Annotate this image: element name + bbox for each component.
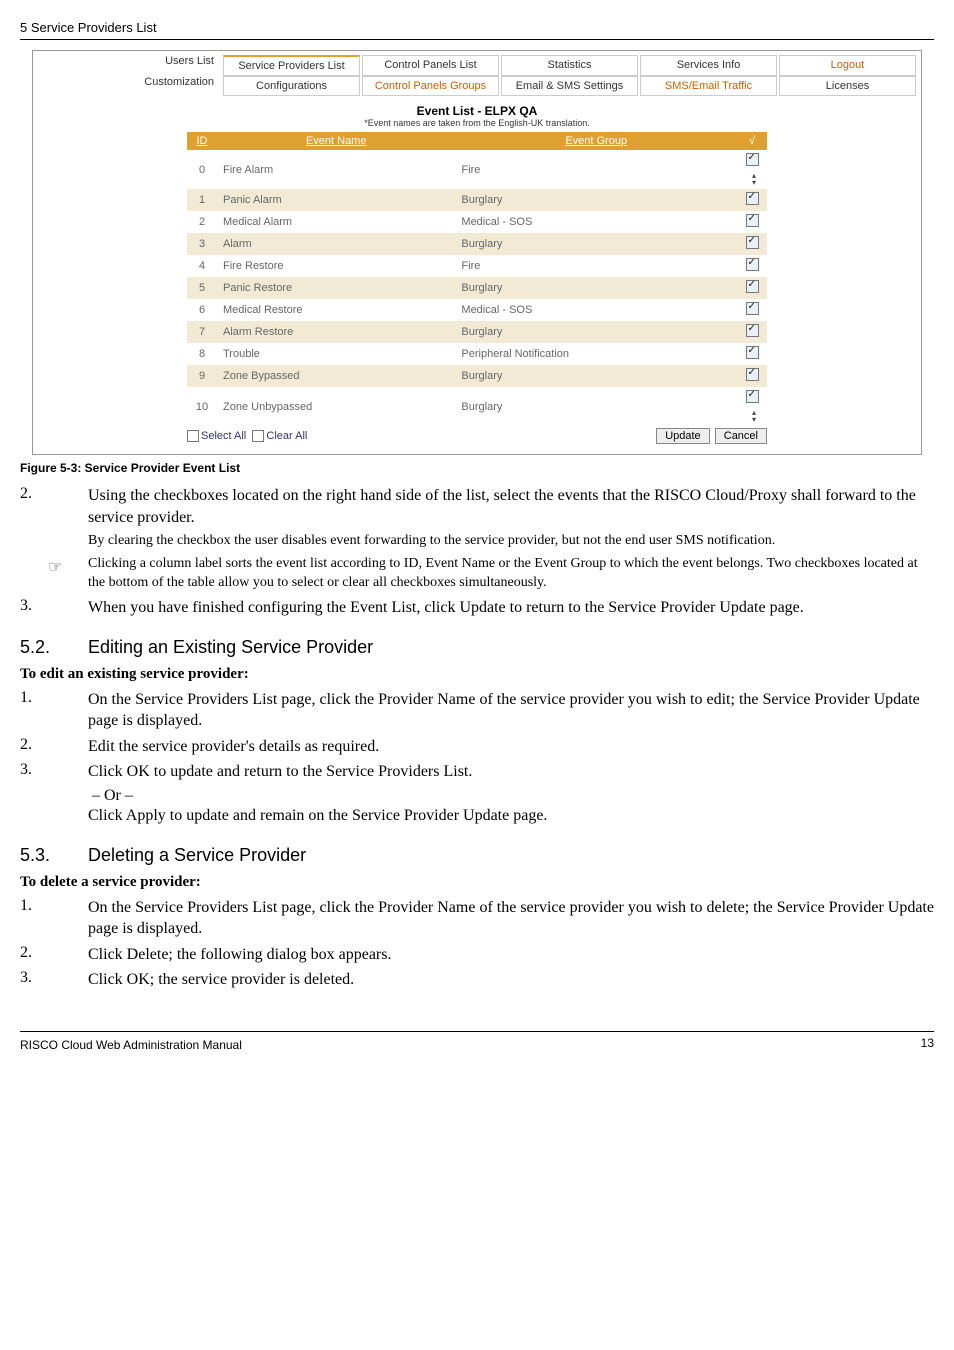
section-title: Deleting a Service Provider <box>88 845 306 866</box>
footer-title: RISCO Cloud Web Administration Manual <box>20 1038 242 1052</box>
scroll-arrows-icon[interactable]: ▴▾ <box>752 172 756 186</box>
footer-page-number: 13 <box>921 1036 934 1050</box>
step-text: When you have finished configuring the E… <box>88 597 934 619</box>
table-row: 10Zone UnbypassedBurglary▴▾ <box>187 387 767 426</box>
table-row: 0Fire AlarmFire▴▾ <box>187 150 767 189</box>
step-num: 3. <box>20 969 88 991</box>
step-text: Click OK; the service provider is delete… <box>88 969 934 991</box>
row-checkbox[interactable] <box>746 346 759 359</box>
select-all-checkbox[interactable] <box>187 430 199 442</box>
tab-statistics[interactable]: Statistics <box>501 55 638 76</box>
table-row: 8TroublePeripheral Notification <box>187 343 767 365</box>
row-checkbox[interactable] <box>746 214 759 227</box>
clear-all-label[interactable]: Clear All <box>266 430 307 442</box>
step-text: Click Apply to update and remain on the … <box>88 805 934 827</box>
step-text: Click Delete; the following dialog box a… <box>88 944 934 966</box>
subheading: To edit an existing service provider: <box>20 666 934 683</box>
event-table: ID Event Name Event Group √ 0Fire AlarmF… <box>187 132 767 426</box>
row-checkbox[interactable] <box>746 280 759 293</box>
tab-service-providers[interactable]: Service Providers List <box>223 55 360 76</box>
event-list-screenshot: Users List Service Providers List Contro… <box>32 50 922 455</box>
tab-control-panels-list[interactable]: Control Panels List <box>362 55 499 76</box>
tab-email-sms[interactable]: Email & SMS Settings <box>501 76 638 96</box>
table-row: 6Medical RestoreMedical - SOS <box>187 299 767 321</box>
header-rule <box>20 39 934 40</box>
section-number: 5.2. <box>20 637 88 658</box>
page-footer: RISCO Cloud Web Administration Manual 13 <box>20 1031 934 1052</box>
row-checkbox[interactable] <box>746 236 759 249</box>
note-text: By clearing the checkbox the user disabl… <box>76 532 934 551</box>
table-row: 5Panic RestoreBurglary <box>187 277 767 299</box>
tab-licenses[interactable]: Licenses <box>779 76 916 96</box>
row-checkbox[interactable] <box>746 390 759 403</box>
step-num: 3. <box>20 597 88 619</box>
step-num: 1. <box>20 897 88 940</box>
tab-control-panels-groups[interactable]: Control Panels Groups <box>362 76 499 96</box>
figure-caption: Figure 5-3: Service Provider Event List <box>20 461 934 475</box>
note-text: Clicking a column label sorts the event … <box>76 555 934 593</box>
section-number: 5.3. <box>20 845 88 866</box>
section-header: 5 Service Providers List <box>20 20 934 35</box>
tab-sms-traffic[interactable]: SMS/Email Traffic <box>640 76 777 96</box>
cancel-button[interactable]: Cancel <box>715 428 767 444</box>
table-row: 4Fire RestoreFire <box>187 255 767 277</box>
col-event-group[interactable]: Event Group <box>455 132 737 150</box>
col-event-name[interactable]: Event Name <box>217 132 455 150</box>
table-row: 7Alarm RestoreBurglary <box>187 321 767 343</box>
step-num: 1. <box>20 689 88 732</box>
tab-services-info[interactable]: Services Info <box>640 55 777 76</box>
step-text: Using the checkboxes located on the righ… <box>88 485 934 528</box>
note-hand-icon: ☞ <box>48 555 76 593</box>
table-row: 2Medical AlarmMedical - SOS <box>187 211 767 233</box>
customization-label: Customization <box>37 76 222 96</box>
update-button[interactable]: Update <box>656 428 709 444</box>
step-text: On the Service Providers List page, clic… <box>88 689 934 732</box>
col-check[interactable]: √ <box>737 132 767 150</box>
or-separator: – Or – <box>92 787 934 805</box>
table-row: 3AlarmBurglary <box>187 233 767 255</box>
step-num: 3. <box>20 761 88 783</box>
tab-logout[interactable]: Logout <box>779 55 916 76</box>
step-text: Click OK to update and return to the Ser… <box>88 761 934 783</box>
table-row: 9Zone BypassedBurglary <box>187 365 767 387</box>
row-checkbox[interactable] <box>746 368 759 381</box>
event-list-title: Event List - ELPX QA <box>67 104 887 118</box>
step-num: 2. <box>20 736 88 758</box>
row-checkbox[interactable] <box>746 302 759 315</box>
event-list-subtitle: *Event names are taken from the English-… <box>67 118 887 128</box>
row-checkbox[interactable] <box>746 192 759 205</box>
subheading: To delete a service provider: <box>20 874 934 891</box>
col-id[interactable]: ID <box>187 132 217 150</box>
section-title: Editing an Existing Service Provider <box>88 637 373 658</box>
row-checkbox[interactable] <box>746 153 759 166</box>
table-row: 1Panic AlarmBurglary <box>187 189 767 211</box>
scroll-arrows-icon[interactable]: ▴▾ <box>752 409 756 423</box>
step-text: On the Service Providers List page, clic… <box>88 897 934 940</box>
step-num: 2. <box>20 944 88 966</box>
select-all-label[interactable]: Select All <box>201 430 246 442</box>
tabs-row-2: Customization Configurations Control Pan… <box>37 76 917 96</box>
users-list-label: Users List <box>37 55 222 76</box>
tab-configurations[interactable]: Configurations <box>223 76 360 96</box>
step-text: Edit the service provider's details as r… <box>88 736 934 758</box>
row-checkbox[interactable] <box>746 324 759 337</box>
step-num: 2. <box>20 485 88 528</box>
row-checkbox[interactable] <box>746 258 759 271</box>
tabs-row-1: Users List Service Providers List Contro… <box>37 55 917 76</box>
clear-all-checkbox[interactable] <box>252 430 264 442</box>
